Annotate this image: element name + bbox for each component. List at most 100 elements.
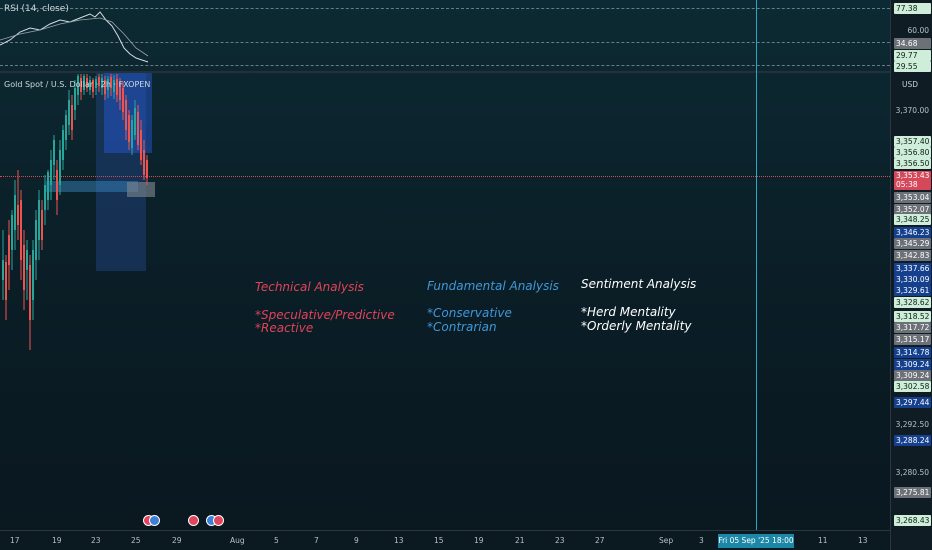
- economic-event-icon[interactable]: [149, 515, 160, 526]
- time-axis-label: 19: [474, 536, 484, 545]
- price-level-label: 3,318.52: [894, 311, 931, 322]
- candle-body: [20, 200, 22, 260]
- rsi-line: [0, 11, 149, 63]
- price-level-label: 3,356.80: [894, 147, 931, 158]
- time-axis[interactable]: 17 19 23 25 29 Aug 5 7 9 13 15 19 21 23 …: [0, 530, 890, 550]
- technical-analysis-line2[interactable]: *Reactive: [255, 321, 313, 335]
- technical-analysis-line1[interactable]: *Speculative/Predictive: [255, 308, 395, 322]
- time-axis-label: 23: [555, 536, 565, 545]
- economic-event-icon[interactable]: [188, 515, 199, 526]
- time-axis-label: 7: [314, 536, 319, 545]
- candle-body: [41, 210, 43, 240]
- fundamental-analysis-line1[interactable]: *Conservative: [427, 306, 512, 320]
- candle-body: [125, 100, 127, 130]
- time-axis-label: 25: [131, 536, 141, 545]
- candle-body: [137, 112, 139, 145]
- fundamental-analysis-heading[interactable]: Fundamental Analysis: [427, 279, 559, 293]
- candle-body: [38, 200, 40, 240]
- price-level-label: 3,345.29: [894, 238, 931, 249]
- price-tick: 3,370.00: [895, 106, 929, 115]
- current-price-value: 3,353.43: [896, 171, 930, 180]
- price-tick: 3,292.50: [895, 420, 929, 429]
- price-axis[interactable]: 77.38 60.00 34.68 29.77 29.55 USD 3,370.…: [890, 0, 932, 550]
- price-level-label: 3,315.17: [894, 334, 931, 345]
- economic-event-icon[interactable]: [213, 515, 224, 526]
- candle-body: [65, 115, 67, 140]
- price-level-label: 3,348.25: [894, 214, 931, 225]
- time-axis-label: 29: [172, 536, 182, 545]
- candles: [2, 74, 148, 350]
- price-level-label: 3,297.44: [894, 397, 931, 408]
- candle-body: [50, 160, 52, 185]
- price-level-label: 3,356.50: [894, 158, 931, 169]
- price-level-label: 3,309.24: [894, 370, 931, 381]
- sentiment-analysis-line2[interactable]: *Orderly Mentality: [581, 319, 691, 333]
- candle-body: [74, 88, 76, 110]
- candle-body: [140, 130, 142, 160]
- price-level-label: 3,346.23: [894, 227, 931, 238]
- time-axis-label: Sep: [659, 536, 674, 545]
- candle-body: [56, 170, 58, 200]
- currency-label[interactable]: USD: [902, 80, 918, 89]
- price-level-label: 3,317.72: [894, 322, 931, 333]
- rsi-level-tick: 60.00: [907, 26, 929, 35]
- candle-body: [2, 260, 4, 280]
- candle-body: [44, 185, 46, 210]
- candle-body: [71, 105, 73, 130]
- price-level-label: 3,337.66: [894, 263, 931, 274]
- time-axis-label: 19: [52, 536, 62, 545]
- candle-body: [29, 265, 31, 320]
- rsi-level-label: 29.77: [894, 50, 931, 61]
- rsi-level-label: 34.68: [894, 38, 931, 49]
- candle-body: [47, 172, 49, 200]
- time-axis-label: 9: [354, 536, 359, 545]
- candle-body: [26, 250, 28, 270]
- time-axis-label: 13: [858, 536, 868, 545]
- candle-body: [134, 108, 136, 135]
- time-axis-label: 5: [274, 536, 279, 545]
- price-level-label: 3,357.40: [894, 136, 931, 147]
- candle-body: [5, 262, 7, 300]
- candle-body: [131, 120, 133, 148]
- candle-body: [122, 88, 124, 112]
- technical-analysis-heading[interactable]: Technical Analysis: [255, 280, 364, 294]
- price-level-label: 3,314.78: [894, 347, 931, 358]
- sentiment-analysis-line1[interactable]: *Herd Mentality: [581, 305, 676, 319]
- price-level-label: 3,302.58: [894, 381, 931, 392]
- candle-body: [17, 205, 19, 225]
- crosshair-vertical-line: [756, 0, 757, 550]
- candle-body: [59, 150, 61, 185]
- symbol-title[interactable]: Gold Spot / U.S. Dollar · 2h · FXOPEN: [4, 80, 150, 89]
- price-tick: 3,280.50: [895, 468, 929, 477]
- crosshair-time-label: Fri 05 Sep '25 18:00: [718, 534, 794, 548]
- sentiment-analysis-heading[interactable]: Sentiment Analysis: [581, 277, 696, 291]
- candle-body: [68, 100, 70, 125]
- candle-body: [23, 245, 25, 290]
- time-axis-label: 21: [515, 536, 525, 545]
- price-level-label: 3,353.04: [894, 192, 931, 203]
- price-level-label: 3,330.09: [894, 274, 931, 285]
- candle-body: [35, 220, 37, 260]
- time-axis-label: 13: [394, 536, 404, 545]
- time-axis-label: 11: [818, 536, 828, 545]
- price-level-label: 3,309.24: [894, 359, 931, 370]
- rsi-level-label: 77.38: [894, 3, 931, 14]
- candle-body: [32, 250, 34, 300]
- time-axis-label: Aug: [230, 536, 245, 545]
- time-axis-label: 15: [434, 536, 444, 545]
- price-level-label: 3,342.83: [894, 250, 931, 261]
- candle-countdown: 05:38: [896, 180, 918, 189]
- fundamental-analysis-line2[interactable]: *Contrarian: [427, 320, 497, 334]
- candle-body: [8, 235, 10, 265]
- current-price-label[interactable]: 3,353.43 05:38: [894, 171, 931, 190]
- candle-body: [53, 140, 55, 165]
- rsi-level-label: 29.55: [894, 61, 931, 72]
- candle-body: [14, 195, 16, 230]
- price-level-label: 3,288.24: [894, 435, 931, 446]
- price-level-label: 3,275.81: [894, 487, 931, 498]
- candle-body: [143, 150, 145, 175]
- price-level-label: 3,268.43: [894, 515, 931, 526]
- time-axis-label: 27: [595, 536, 605, 545]
- time-axis-label: 23: [91, 536, 101, 545]
- price-level-label: 3,328.62: [894, 297, 931, 308]
